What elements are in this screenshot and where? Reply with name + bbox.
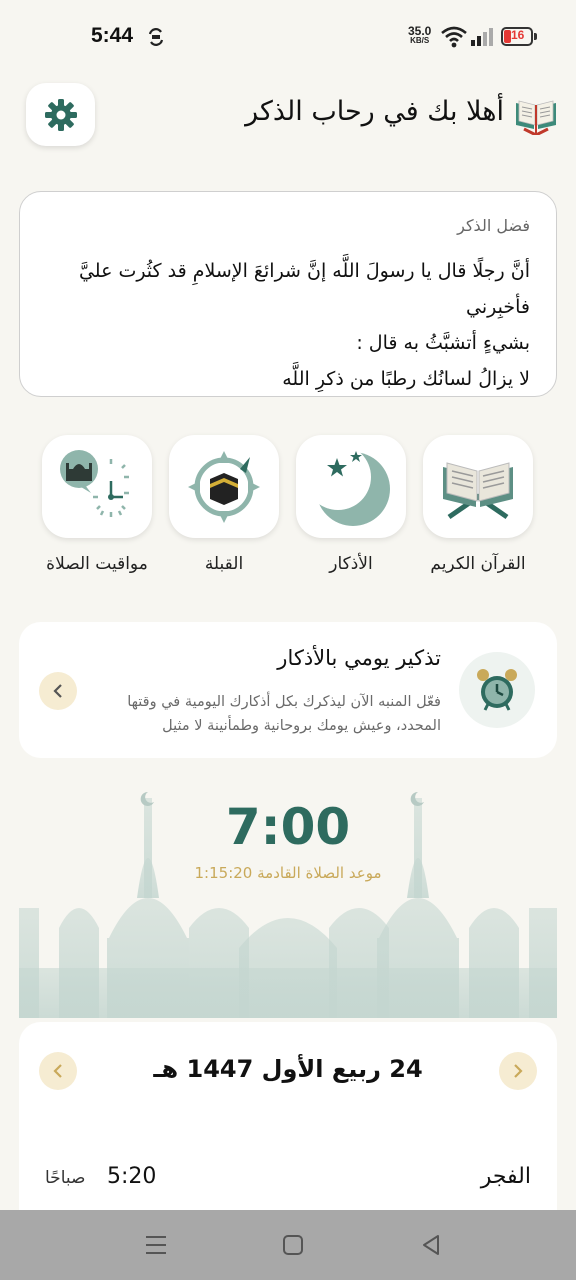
system-navigation-bar: [0, 1210, 576, 1280]
shortcut-tile[interactable]: [423, 435, 533, 538]
shortcut-azkar[interactable]: الأذكار: [296, 435, 406, 574]
battery-level: 16: [511, 28, 525, 42]
shortcut-label: القرآن الكريم: [430, 554, 526, 574]
chevron-left-icon: [53, 684, 62, 698]
virtue-text-line: لا يزالُ لسانُك رطبًا من ذكرِ اللَّه: [282, 368, 530, 390]
reminder-text: فعّل المنبه الآن ليذكرك بكل أذكارك اليوم…: [127, 694, 441, 734]
next-prayer-banner: 7:00 موعد الصلاة القادمة 1:15:20: [19, 778, 557, 1018]
reminder-open-button[interactable]: [39, 672, 77, 710]
shortcut-label: الأذكار: [329, 554, 373, 574]
network-speed: 35.0 KB/S: [408, 25, 431, 46]
status-bar: 5:44 35.0 KB/S 16: [0, 0, 576, 72]
signal-icon: [471, 28, 493, 46]
countdown-value: 1:15:20: [194, 864, 253, 882]
shortcut-tile[interactable]: [169, 435, 279, 538]
back-triangle-icon[interactable]: [418, 1232, 444, 1258]
prayer-row: الفجر 5:20 صباحًا: [45, 1164, 531, 1198]
reminder-title: تذكير يومي بالأذكار: [277, 646, 441, 670]
kaaba-compass-icon: [188, 450, 260, 523]
battery-indicator: 16: [501, 27, 537, 46]
shortcut-quran[interactable]: القرآن الكريم: [423, 435, 533, 574]
shortcut-tile[interactable]: [42, 435, 152, 538]
prayer-name: الفجر: [480, 1164, 531, 1189]
sync-icon: [148, 28, 164, 46]
next-prayer-time: 7:00: [225, 798, 351, 856]
shortcut-prayer-times[interactable]: مواقيت الصلاة: [42, 435, 152, 574]
menu-icon[interactable]: [143, 1232, 169, 1258]
quran-icon: [443, 461, 513, 519]
virtue-text-line: بشيءٍ أتشبَّثُ به قال :: [356, 332, 530, 354]
virtue-label: فضل الذكر: [457, 216, 530, 235]
page-title: أهلا بك في رحاب الذكر: [245, 96, 504, 127]
status-time: 5:44: [91, 24, 134, 47]
virtue-text: أنَّ رجلًا قال يا رسولَ اللَّه إنَّ شرائ…: [46, 253, 530, 397]
alarm-clock-icon: [459, 652, 535, 728]
next-day-button[interactable]: [499, 1052, 537, 1090]
chevron-right-icon: [514, 1064, 523, 1078]
crescent-star-icon: [310, 445, 390, 526]
gear-icon: [44, 98, 77, 131]
network-speed-unit: KB/S: [410, 36, 430, 45]
virtue-text-line: أنَّ رجلًا قال يا رسولَ اللَّه إنَّ شرائ…: [78, 260, 530, 318]
next-prayer-countdown: موعد الصلاة القادمة 1:15:20: [19, 864, 557, 882]
shortcut-label: مواقيت الصلاة: [46, 554, 148, 574]
settings-button[interactable]: [26, 83, 95, 146]
prayer-meridiem: صباحًا: [45, 1168, 86, 1188]
daily-reminder-card[interactable]: تذكير يومي بالأذكار فعّل المنبه الآن ليذ…: [19, 622, 557, 758]
shortcut-qibla[interactable]: القبلة: [169, 435, 279, 574]
open-book-icon: [516, 100, 556, 135]
next-prayer-label: موعد الصلاة القادمة: [257, 864, 382, 882]
home-square-icon[interactable]: [280, 1232, 306, 1258]
prayer-times-card: 24 ربيع الأول 1447 هـ الفجر 5:20 صباحًا: [19, 1022, 557, 1222]
shortcut-tile[interactable]: [296, 435, 406, 538]
shortcut-label: القبلة: [204, 554, 244, 574]
virtue-card: فضل الذكر أنَّ رجلًا قال يا رسولَ اللَّه…: [19, 191, 557, 397]
mosque-clock-icon: [60, 449, 129, 517]
prayer-time: 5:20: [107, 1164, 157, 1189]
wifi-icon: [441, 26, 467, 48]
hijri-date: 24 ربيع الأول 1447 هـ: [153, 1055, 423, 1083]
